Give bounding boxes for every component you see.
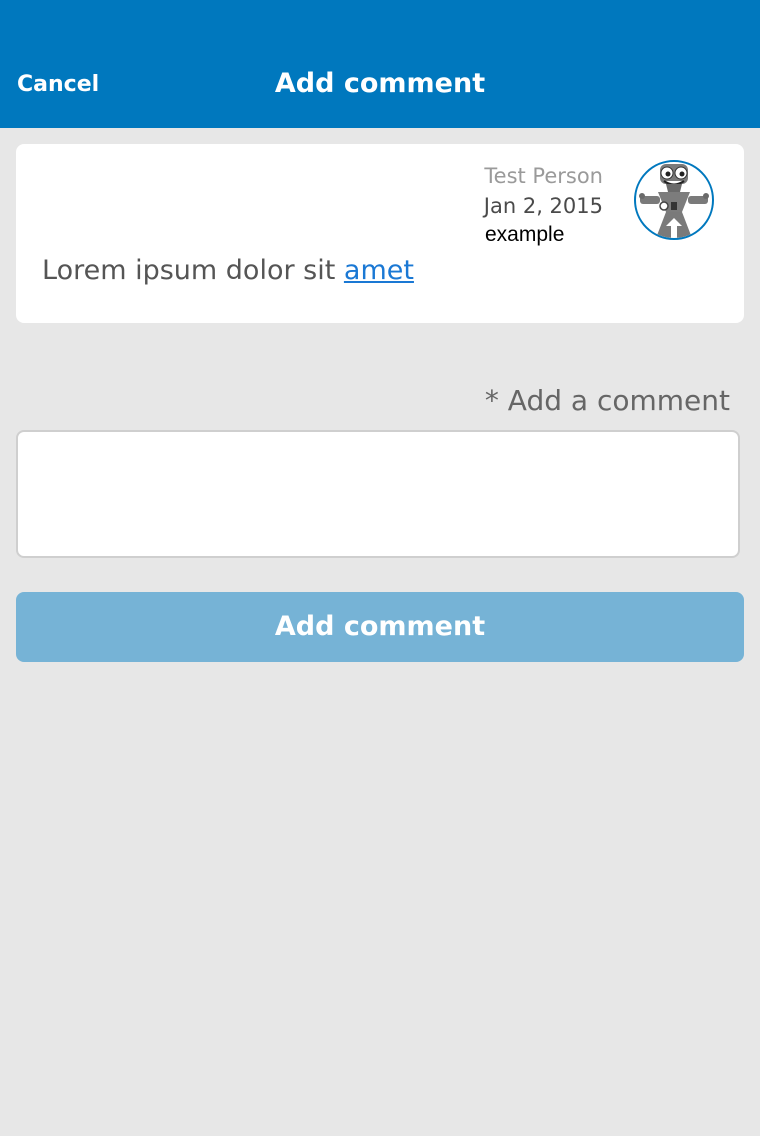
add-comment-label: * Add a comment (484, 384, 730, 417)
robot-avatar-icon (639, 164, 709, 238)
add-comment-button[interactable]: Add comment (16, 592, 744, 662)
comment-input[interactable] (16, 430, 740, 558)
comment-card: Test Person Jan 2, 2015 example Lorem ip… (16, 144, 744, 323)
comment-source: example (485, 223, 565, 246)
page-title: Add comment (274, 68, 486, 99)
comment-date: Jan 2, 2015 (483, 194, 603, 218)
comment-text-body: Lorem ipsum dolor sit (42, 255, 344, 286)
avatar (634, 160, 714, 240)
comment-author: Test Person (484, 164, 603, 188)
app-header: Cancel Add comment (0, 0, 760, 128)
comment-link[interactable]: amet (344, 255, 414, 286)
comment-text: Lorem ipsum dolor sit amet (42, 255, 414, 286)
